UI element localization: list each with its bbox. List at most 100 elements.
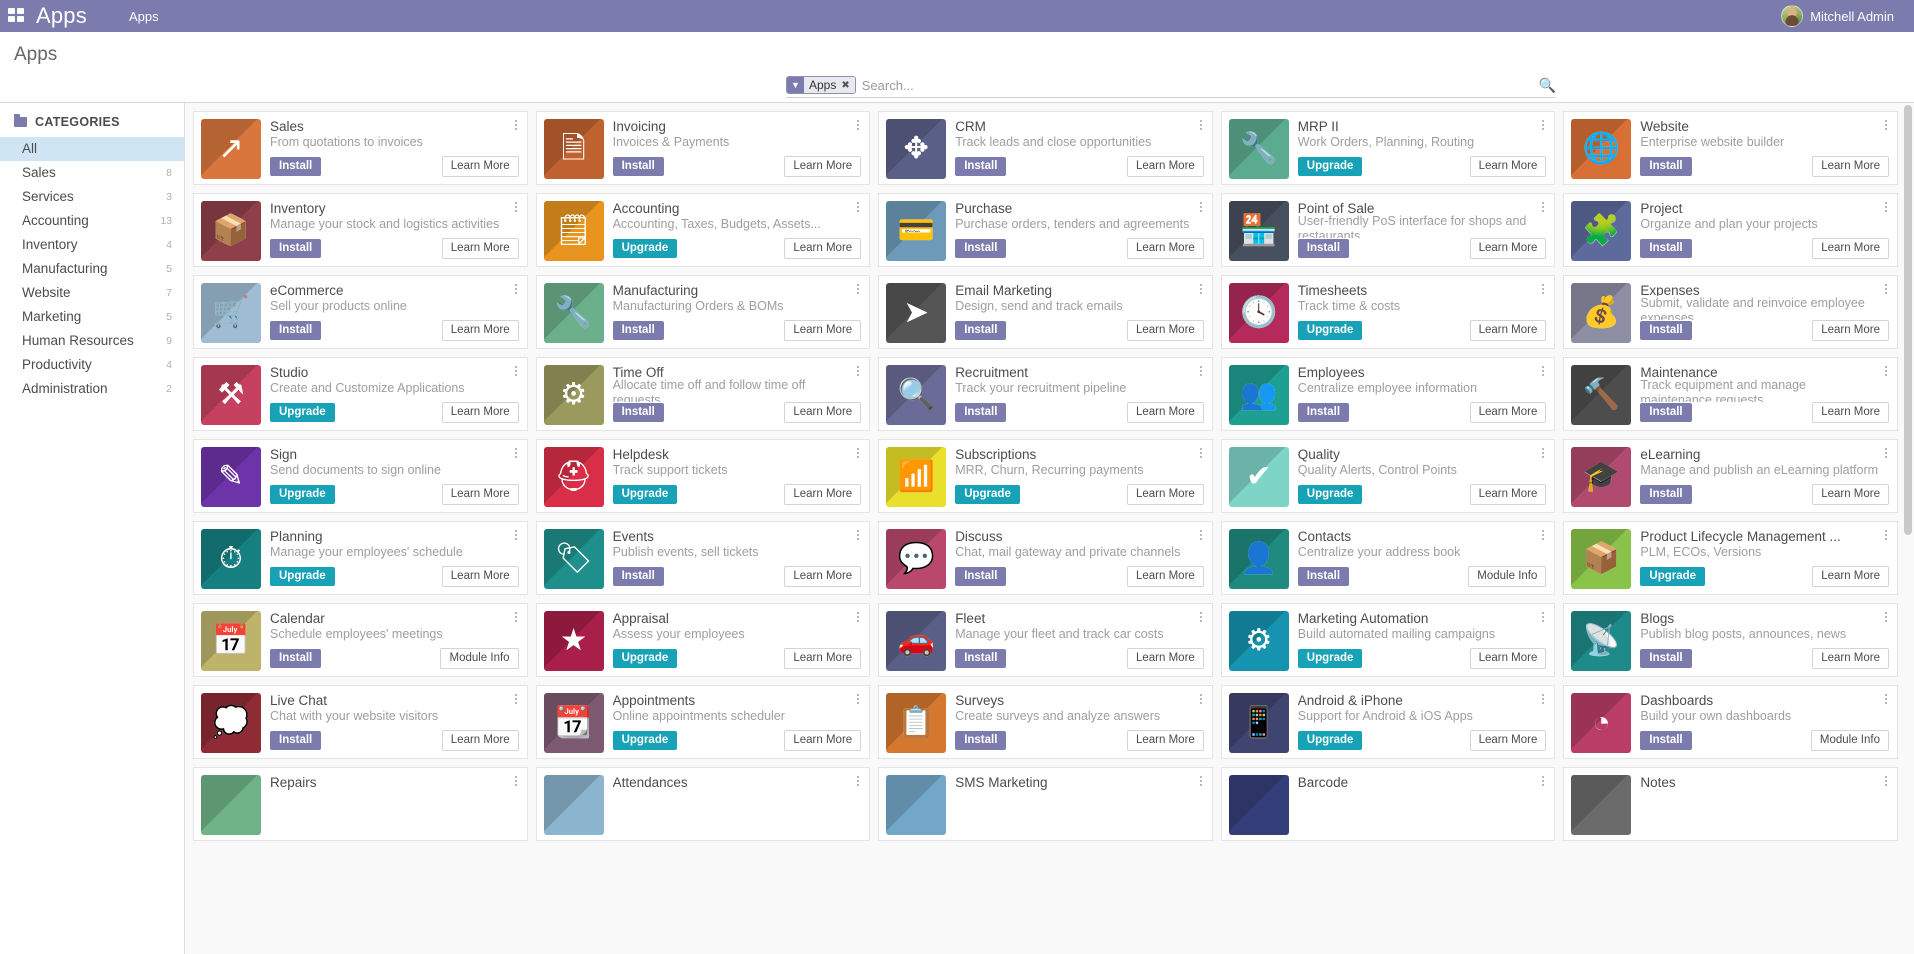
sidebar-item-productivity[interactable]: Productivity4 [0,353,184,377]
app-card[interactable]: ⛑HelpdeskTrack support ticketsUpgradeLea… [536,439,871,513]
upgrade-button[interactable]: Upgrade [1298,321,1363,340]
sidebar-item-inventory[interactable]: Inventory4 [0,233,184,257]
install-button[interactable]: Install [270,731,321,750]
install-button[interactable]: Install [270,239,321,258]
upgrade-button[interactable]: Upgrade [270,567,335,586]
search-icon[interactable]: 🔍 [1533,77,1556,94]
app-card[interactable]: 💰ExpensesSubmit, validate and reinvoice … [1563,275,1898,349]
app-card[interactable]: 📋SurveysCreate surveys and analyze answe… [878,685,1213,759]
install-button[interactable]: Install [1298,567,1349,586]
card-menu-icon[interactable] [1881,364,1891,378]
install-button[interactable]: Install [1640,403,1691,422]
card-menu-icon[interactable] [1196,692,1206,706]
card-menu-icon[interactable] [853,200,863,214]
sidebar-item-administration[interactable]: Administration2 [0,377,184,401]
card-menu-icon[interactable] [511,774,521,788]
learn-more-button[interactable]: Learn More [1812,156,1889,177]
app-card[interactable]: 🛒eCommerceSell your products onlineInsta… [193,275,528,349]
card-menu-icon[interactable] [511,692,521,706]
app-card[interactable]: ⚙Marketing AutomationBuild automated mai… [1221,603,1556,677]
learn-more-button[interactable]: Learn More [1812,484,1889,505]
sidebar-item-accounting[interactable]: Accounting13 [0,209,184,233]
app-card[interactable]: 📦Product Lifecycle Management ...PLM, EC… [1563,521,1898,595]
install-button[interactable]: Install [1640,157,1691,176]
app-card[interactable]: 🗒AccountingAccounting, Taxes, Budgets, A… [536,193,871,267]
learn-more-button[interactable]: Learn More [1812,402,1889,423]
app-card[interactable]: 🕓TimesheetsTrack time & costsUpgradeLear… [1221,275,1556,349]
search-bar[interactable]: ▼ Apps ✖ 🔍 [786,76,1556,98]
app-card[interactable]: 💳PurchasePurchase orders, tenders and ag… [878,193,1213,267]
card-menu-icon[interactable] [1538,118,1548,132]
app-card[interactable]: 🌐WebsiteEnterprise website builderInstal… [1563,111,1898,185]
card-menu-icon[interactable] [1538,282,1548,296]
app-card[interactable]: ⚒StudioCreate and Customize Applications… [193,357,528,431]
app-card[interactable]: 👥EmployeesCentralize employee informatio… [1221,357,1556,431]
sidebar-item-website[interactable]: Website7 [0,281,184,305]
app-card[interactable]: 📅CalendarSchedule employees' meetingsIns… [193,603,528,677]
card-menu-icon[interactable] [1538,528,1548,542]
nav-menu-apps[interactable]: Apps [121,5,167,28]
app-card[interactable]: 🏷EventsPublish events, sell ticketsInsta… [536,521,871,595]
upgrade-button[interactable]: Upgrade [1298,485,1363,504]
app-card[interactable]: ✥CRMTrack leads and close opportunitiesI… [878,111,1213,185]
card-menu-icon[interactable] [1196,364,1206,378]
install-button[interactable]: Install [1640,485,1691,504]
upgrade-button[interactable]: Upgrade [613,731,678,750]
app-card[interactable]: 🔧ManufacturingManufacturing Orders & BOM… [536,275,871,349]
card-menu-icon[interactable] [1196,446,1206,460]
app-card[interactable]: Attendances [536,767,871,841]
sidebar-item-marketing[interactable]: Marketing5 [0,305,184,329]
card-menu-icon[interactable] [1881,774,1891,788]
app-card[interactable]: 📡BlogsPublish blog posts, announces, new… [1563,603,1898,677]
sidebar-item-sales[interactable]: Sales8 [0,161,184,185]
app-card[interactable]: ✎SignSend documents to sign onlineUpgrad… [193,439,528,513]
install-button[interactable]: Install [955,239,1006,258]
scrollbar[interactable] [1904,105,1912,535]
learn-more-button[interactable]: Learn More [442,238,519,259]
learn-more-button[interactable]: Learn More [784,566,861,587]
learn-more-button[interactable]: Learn More [784,156,861,177]
app-card[interactable]: Barcode [1221,767,1556,841]
card-menu-icon[interactable] [1196,610,1206,624]
install-button[interactable]: Install [955,567,1006,586]
card-menu-icon[interactable] [1881,528,1891,542]
install-button[interactable]: Install [1640,649,1691,668]
card-menu-icon[interactable] [853,446,863,460]
sidebar-item-services[interactable]: Services3 [0,185,184,209]
learn-more-button[interactable]: Learn More [784,238,861,259]
card-menu-icon[interactable] [853,774,863,788]
learn-more-button[interactable]: Learn More [1812,648,1889,669]
learn-more-button[interactable]: Learn More [1127,156,1204,177]
app-card[interactable]: ✔QualityQuality Alerts, Control PointsUp… [1221,439,1556,513]
learn-more-button[interactable]: Learn More [1127,238,1204,259]
install-button[interactable]: Install [1298,403,1349,422]
upgrade-button[interactable]: Upgrade [1298,649,1363,668]
card-menu-icon[interactable] [511,118,521,132]
nav-brand[interactable]: Apps [36,3,87,29]
search-input[interactable] [860,78,1533,93]
app-card[interactable]: ◔DashboardsBuild your own dashboardsInst… [1563,685,1898,759]
card-menu-icon[interactable] [853,528,863,542]
app-card[interactable]: 📱Android & iPhoneSupport for Android & i… [1221,685,1556,759]
card-menu-icon[interactable] [1196,200,1206,214]
upgrade-button[interactable]: Upgrade [270,403,335,422]
app-card[interactable]: 📶SubscriptionsMRR, Churn, Recurring paym… [878,439,1213,513]
card-menu-icon[interactable] [1196,528,1206,542]
learn-more-button[interactable]: Learn More [1812,566,1889,587]
learn-more-button[interactable]: Learn More [1470,648,1547,669]
card-menu-icon[interactable] [853,610,863,624]
learn-more-button[interactable]: Learn More [442,402,519,423]
sidebar-item-all[interactable]: All [0,137,184,161]
learn-more-button[interactable]: Learn More [1470,238,1547,259]
module-info-button[interactable]: Module Info [440,648,518,669]
install-button[interactable]: Install [1640,239,1691,258]
app-card[interactable]: ⏱PlanningManage your employees' schedule… [193,521,528,595]
upgrade-button[interactable]: Upgrade [613,485,678,504]
card-menu-icon[interactable] [1881,692,1891,706]
app-card[interactable]: ★AppraisalAssess your employeesUpgradeLe… [536,603,871,677]
apps-grid-icon[interactable] [8,8,26,24]
card-menu-icon[interactable] [1538,446,1548,460]
learn-more-button[interactable]: Learn More [784,730,861,751]
install-button[interactable]: Install [270,321,321,340]
card-menu-icon[interactable] [1881,610,1891,624]
